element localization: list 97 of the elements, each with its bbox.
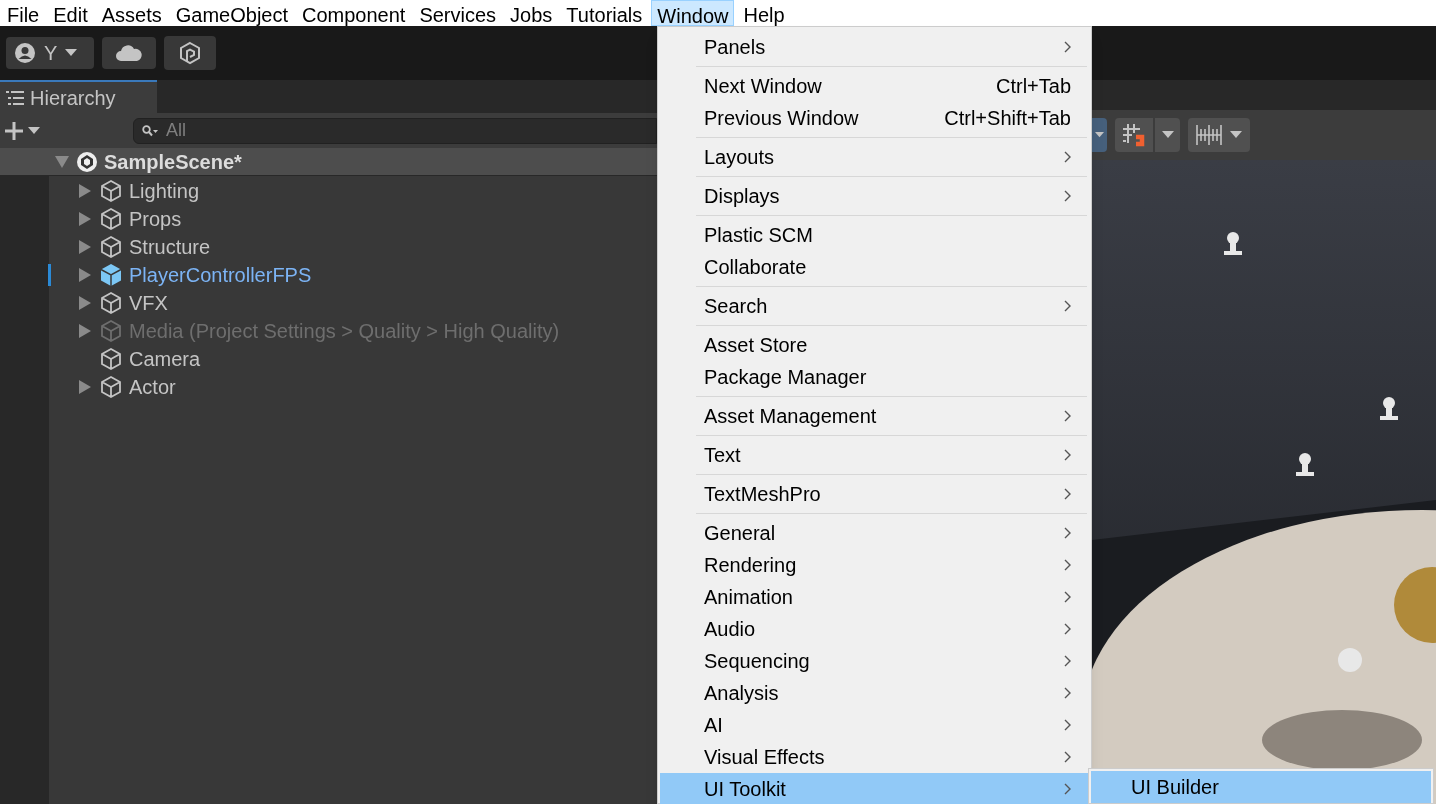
chevron-right-icon	[1064, 151, 1071, 163]
expand-toggle[interactable]	[77, 296, 93, 310]
ruler-icon	[1196, 123, 1222, 147]
search-field[interactable]: All	[133, 117, 657, 144]
grid-magnet-icon	[1122, 123, 1146, 147]
override-indicator	[48, 264, 51, 286]
caret-icon	[1161, 131, 1174, 139]
object-name[interactable]: Lighting	[129, 176, 200, 206]
object-name[interactable]: Actor	[129, 372, 176, 402]
user-icon	[14, 42, 36, 64]
chevron-right-icon	[1064, 751, 1071, 763]
chevron-right-icon	[1064, 559, 1071, 571]
menu-item[interactable]: TextMeshPro	[660, 478, 1089, 510]
expand-toggle[interactable]	[77, 324, 93, 338]
chevron-right-icon	[1064, 719, 1071, 731]
menu-item[interactable]: Animation	[660, 581, 1089, 613]
menu-item[interactable]: General	[660, 517, 1089, 549]
menu-item[interactable]: Edit	[48, 0, 93, 26]
scene-name: SampleScene*	[104, 149, 242, 175]
chevron-right-icon	[1064, 300, 1071, 312]
expand-toggle[interactable]	[77, 212, 93, 226]
cube-icon	[99, 207, 123, 231]
expand-toggle[interactable]	[77, 380, 93, 394]
menu-item[interactable]: Audio	[660, 613, 1089, 645]
cube-icon	[99, 235, 123, 259]
menu-item[interactable]: File	[2, 0, 45, 26]
caret-icon	[65, 49, 78, 57]
object-name[interactable]: Structure	[129, 232, 211, 262]
cube-icon	[99, 179, 123, 203]
menu-item[interactable]: Window	[651, 0, 735, 26]
caret-icon	[1095, 132, 1104, 138]
menu-item[interactable]: Package Manager	[660, 361, 1089, 393]
menu-item[interactable]: Displays	[660, 180, 1089, 212]
menu-item[interactable]: Sequencing	[660, 645, 1089, 677]
chevron-right-icon	[1064, 527, 1071, 539]
menu-item[interactable]: GameObject	[170, 0, 293, 26]
menu-item[interactable]: Component	[297, 0, 411, 26]
menu-item[interactable]: Asset Management	[660, 400, 1089, 432]
menu-item[interactable]: Search	[660, 290, 1089, 322]
menu-item[interactable]: UI Builder	[1091, 771, 1431, 803]
chevron-right-icon	[1064, 41, 1071, 53]
menu-item[interactable]: Services	[414, 0, 502, 26]
object-name[interactable]: PlayerControllerFPS	[129, 260, 312, 290]
chevron-right-icon	[1064, 190, 1071, 202]
chevron-right-icon	[1064, 783, 1071, 795]
list-icon	[6, 90, 24, 105]
account-label: Y	[44, 41, 58, 66]
menu-item[interactable]: Plastic SCM	[660, 219, 1089, 251]
object-name[interactable]: Camera	[129, 344, 201, 374]
hexagon-logo-icon	[179, 41, 201, 65]
object-name[interactable]: VFX	[129, 288, 168, 318]
menu-item[interactable]: Layouts	[660, 141, 1089, 173]
menu-item[interactable]: Visual Effects	[660, 741, 1089, 773]
view-toggle-button[interactable]	[1092, 118, 1107, 152]
menu-item[interactable]: Jobs	[505, 0, 558, 26]
caret-icon	[28, 126, 40, 135]
menu-item[interactable]: Asset Store	[660, 329, 1089, 361]
cloud-button[interactable]	[102, 37, 156, 69]
expand-toggle[interactable]	[77, 240, 93, 254]
menu-item[interactable]: Text	[660, 439, 1089, 471]
menu-item[interactable]: Collaborate	[660, 251, 1089, 283]
chevron-right-icon	[1064, 655, 1071, 667]
expand-toggle[interactable]	[77, 268, 93, 282]
menu-item[interactable]: Help	[738, 0, 790, 26]
account-dropdown[interactable]: Y	[6, 37, 94, 69]
chevron-right-icon	[1064, 687, 1071, 699]
plus-icon	[4, 120, 24, 141]
expand-toggle[interactable]	[54, 155, 70, 168]
caret-icon	[1230, 131, 1242, 139]
menu-item[interactable]: Next Window Ctrl+Tab	[660, 70, 1089, 102]
increment-snap-button[interactable]	[1188, 118, 1250, 152]
menu-item[interactable]: AI	[660, 709, 1089, 741]
object-name[interactable]: Props	[129, 204, 182, 234]
cloud-icon	[116, 45, 142, 61]
chevron-right-icon	[1064, 591, 1071, 603]
cube-icon	[99, 375, 123, 399]
grid-snap-button[interactable]	[1115, 118, 1153, 152]
snap-dropdown-button[interactable]	[1155, 118, 1180, 152]
chevron-right-icon	[1064, 623, 1071, 635]
menu-item[interactable]: Analysis	[660, 677, 1089, 709]
chevron-right-icon	[1064, 410, 1071, 422]
cube-icon	[99, 291, 123, 315]
chevron-right-icon	[1064, 449, 1071, 461]
cube-icon	[99, 263, 123, 287]
menu-item[interactable]: Previous Window Ctrl+Shift+Tab	[660, 102, 1089, 134]
chevron-right-icon	[1064, 488, 1071, 500]
menu-item[interactable]: UI Toolkit	[660, 773, 1089, 804]
menu-item[interactable]: Assets	[96, 0, 167, 26]
cube-icon	[99, 347, 123, 371]
collab-button[interactable]	[164, 36, 216, 70]
search-icon	[142, 124, 158, 137]
menu-item[interactable]: Panels	[660, 31, 1089, 63]
menu-item[interactable]: Tutorials	[561, 0, 648, 26]
cube-icon	[99, 319, 123, 343]
hierarchy-tab[interactable]: Hierarchy	[0, 80, 157, 113]
expand-toggle[interactable]	[77, 184, 93, 198]
menu-item[interactable]: Rendering	[660, 549, 1089, 581]
